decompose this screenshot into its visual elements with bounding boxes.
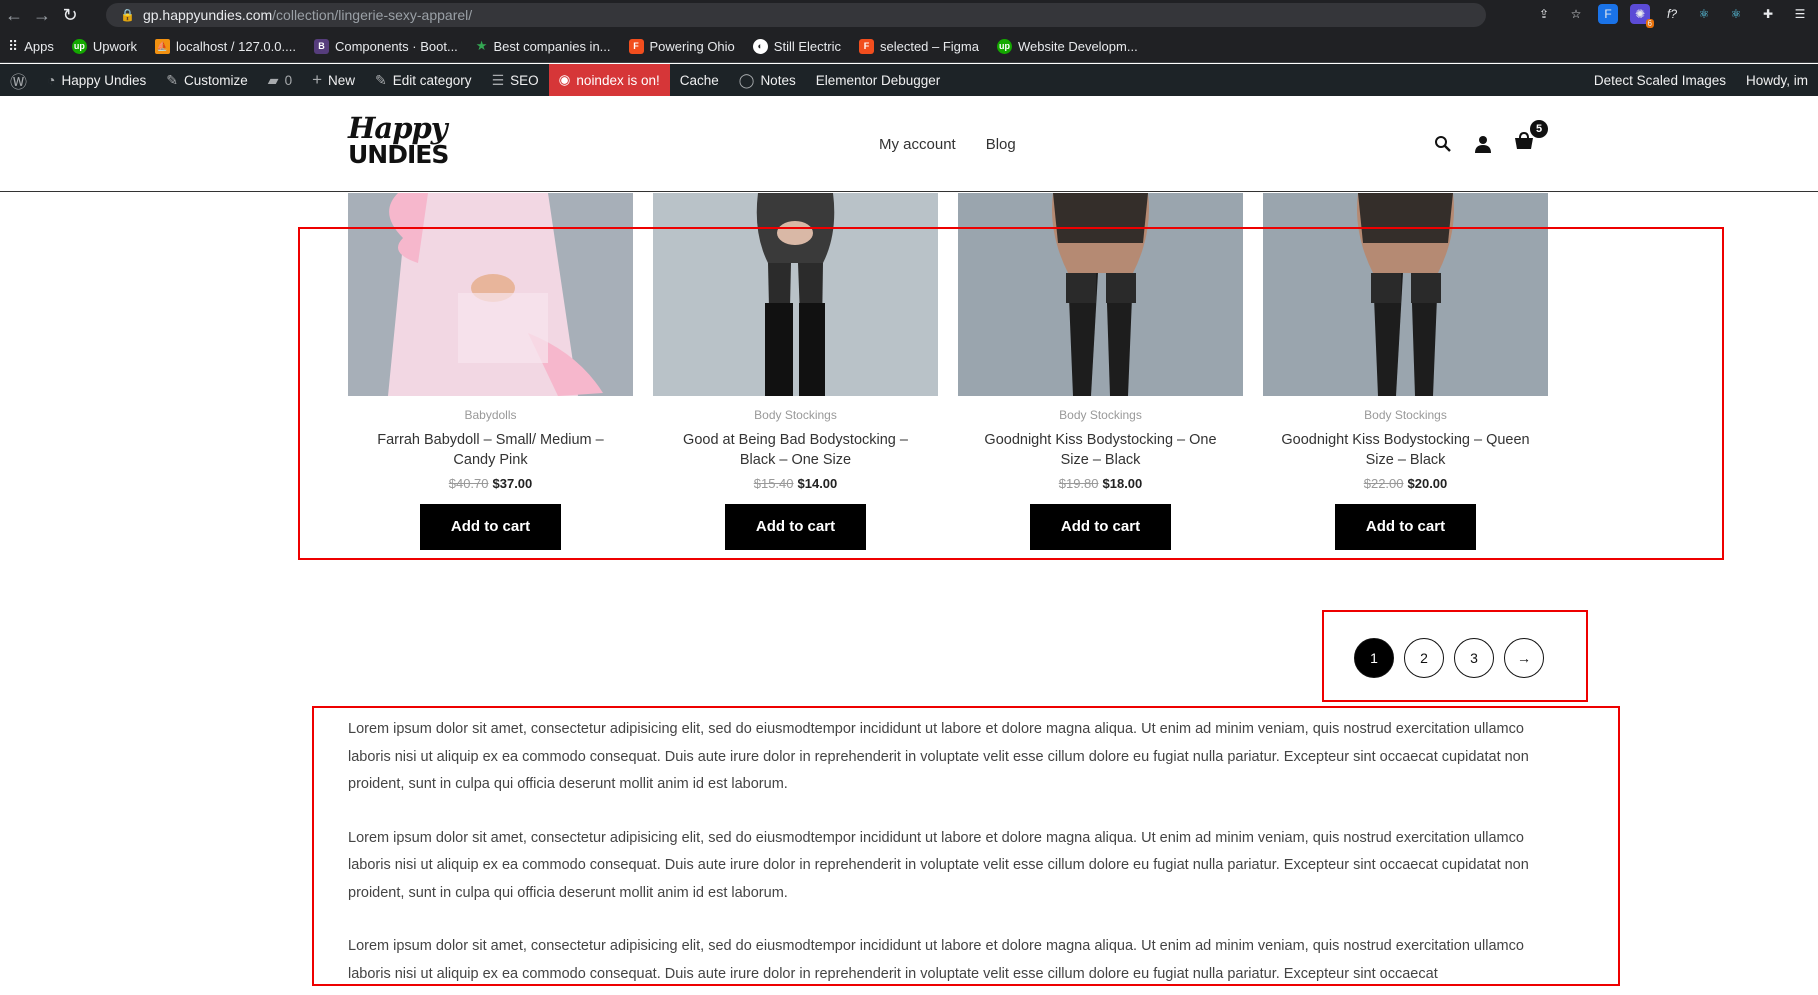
brush-icon: ✎ — [166, 71, 178, 88]
nav-my-account[interactable]: My account — [879, 136, 956, 153]
bookmark-localhost[interactable]: ⛵ localhost / 127.0.0.... — [154, 38, 296, 54]
nav-blog[interactable]: Blog — [986, 136, 1016, 153]
url-path: /collection/lingerie-sexy-apparel/ — [272, 7, 473, 23]
bookmark-powering-ohio[interactable]: F Powering Ohio — [628, 38, 735, 54]
wp-cache[interactable]: Cache — [670, 64, 729, 96]
figma-icon: F — [858, 38, 874, 54]
annotation-box-products — [298, 227, 1724, 560]
star-green-icon: ★ — [475, 38, 488, 53]
extension-badge-icon[interactable]: ✺ 6 — [1630, 4, 1654, 28]
url-host: gp.happyundies.com — [142, 7, 273, 23]
react-devtools-icon[interactable]: ⚛ — [1726, 4, 1746, 24]
phpmyadmin-icon: ⛵ — [154, 38, 170, 54]
back-icon[interactable]: ← — [0, 1, 28, 29]
site-header: Happy UNDIES My account Blog 5 — [0, 96, 1818, 192]
cart-count-badge: 5 — [1530, 120, 1548, 138]
upwork-icon: up — [996, 38, 1012, 54]
share-icon[interactable]: ⇪ — [1534, 4, 1554, 24]
dashboard-icon: ◔ — [47, 72, 56, 88]
main-nav: My account Blog — [879, 136, 1016, 153]
extension-badge: 6 — [1645, 19, 1654, 28]
wp-detect-scaled[interactable]: Detect Scaled Images — [1584, 64, 1736, 96]
cart-icon — [1515, 131, 1533, 149]
reload-icon[interactable]: ↻ — [56, 1, 84, 29]
upwork-icon: up — [71, 38, 87, 54]
bookmarks-bar: ⠿ Apps up Upwork ⛵ localhost / 127.0.0.... … — [0, 30, 1818, 63]
globe-icon: ◐ — [752, 38, 768, 54]
bookmark-figma[interactable]: Fselected – Figma — [858, 38, 979, 54]
comment-icon: ▰ — [267, 71, 279, 88]
puzzle-icon[interactable]: ✚ — [1758, 4, 1778, 24]
wp-howdy[interactable]: Howdy, im — [1736, 64, 1818, 96]
header-icons: 5 — [1434, 120, 1548, 155]
annotation-box-description — [312, 706, 1620, 986]
reading-list-icon[interactable]: ☰ — [1790, 4, 1810, 24]
speech-bubble-icon: ◯ — [738, 71, 755, 88]
wp-elementor-debugger[interactable]: Elementor Debugger — [806, 64, 951, 96]
cart-button[interactable]: 5 — [1514, 120, 1548, 155]
annotation-box-pagination — [1322, 610, 1588, 702]
bookmark-bootstrap[interactable]: B Components · Boot... — [313, 38, 458, 54]
address-bar[interactable]: 🔒 gp.happyundies.com/collection/lingerie… — [106, 3, 1486, 27]
function-icon[interactable]: f? — [1662, 4, 1682, 24]
forward-icon[interactable]: → — [28, 1, 56, 29]
search-icon[interactable] — [1434, 135, 1452, 153]
react-icon[interactable]: ⚛ — [1694, 4, 1714, 24]
apps-grid-icon: ⠿ — [8, 37, 19, 54]
site-logo[interactable]: Happy UNDIES — [348, 114, 470, 174]
wordpress-icon: Ⓦ — [10, 72, 27, 92]
account-icon[interactable] — [1474, 135, 1492, 153]
wp-noindex-warning[interactable]: ◉ noindex is on! — [548, 64, 670, 96]
bookmark-apps[interactable]: ⠿ Apps — [8, 38, 54, 55]
wp-edit-category[interactable]: ✎ Edit category — [365, 64, 482, 96]
logo-text-bottom: UNDIES — [348, 140, 449, 169]
bookmark-website-dev[interactable]: up Website Developm... — [996, 38, 1138, 54]
lock-icon: 🔒 — [120, 8, 135, 22]
browser-toolbar: ← → ↻ 🔒 gp.happyundies.com/collection/li… — [0, 0, 1818, 30]
bootstrap-icon: B — [313, 38, 329, 54]
figma-icon: F — [628, 38, 644, 54]
wp-site-name[interactable]: ◔ Happy Undies — [37, 64, 156, 96]
pencil-icon: ✎ — [375, 71, 387, 88]
eye-slash-icon: ◉ — [558, 72, 571, 87]
wp-admin-bar: Ⓦ ◔ Happy Undies ✎ Customize ▰ 0 + New ✎ Edit… — [0, 64, 1818, 96]
wp-comments[interactable]: ▰ 0 — [258, 64, 302, 96]
star-icon[interactable]: ☆ — [1566, 4, 1586, 24]
bookmark-best-companies[interactable]: ★ Best companies in... — [476, 38, 611, 54]
plus-icon: + — [312, 70, 323, 89]
bookmark-still-electric[interactable]: ◐ Still Electric — [752, 38, 841, 54]
wp-new[interactable]: + New — [302, 64, 365, 96]
wp-customize[interactable]: ✎ Customize — [156, 64, 258, 96]
wp-notes[interactable]: ◯ Notes — [729, 64, 806, 96]
wp-seo[interactable]: ☰ SEO — [482, 64, 549, 96]
logo-text-top: Happy — [348, 111, 448, 145]
seo-icon: ☰ — [491, 71, 505, 88]
wp-logo[interactable]: Ⓦ — [0, 64, 37, 96]
extension-f-icon[interactable]: F — [1598, 4, 1618, 24]
bookmark-upwork[interactable]: up Upwork — [71, 38, 137, 54]
